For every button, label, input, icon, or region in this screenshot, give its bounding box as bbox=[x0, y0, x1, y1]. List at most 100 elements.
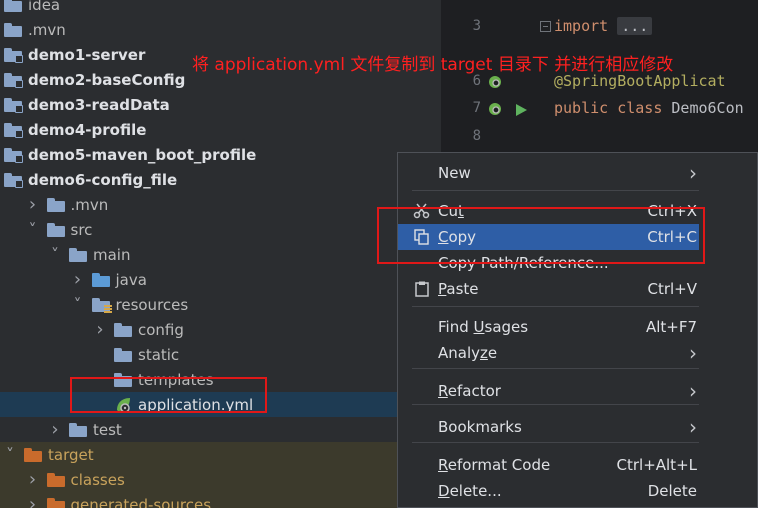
module-folder-icon bbox=[4, 172, 23, 188]
code-token: Demo6Con bbox=[671, 99, 744, 117]
chevron-down-icon[interactable]: ˅ bbox=[72, 295, 84, 314]
tree-item-label: java bbox=[115, 270, 147, 289]
spring-bean-icon[interactable] bbox=[487, 73, 505, 91]
tree-item-label: target bbox=[48, 445, 94, 464]
module-folder-icon bbox=[4, 147, 23, 163]
code-token: import bbox=[554, 17, 618, 35]
tree-item-label: classes bbox=[70, 470, 125, 489]
menu-item-delete[interactable]: Delete... Delete bbox=[398, 478, 757, 504]
folder-icon bbox=[69, 247, 87, 262]
code-line[interactable]: import ... bbox=[540, 17, 653, 35]
tree-item-label: demo1-server bbox=[28, 45, 146, 64]
menu-separator bbox=[412, 190, 699, 191]
tree-item-target[interactable]: ˅ target bbox=[0, 442, 441, 467]
folder-icon bbox=[114, 347, 132, 362]
folder-icon bbox=[69, 422, 87, 437]
folder-icon bbox=[4, 0, 22, 12]
menu-item-label: New bbox=[438, 164, 471, 182]
tree-item-java[interactable]: › java bbox=[0, 267, 441, 292]
menu-item-label: Bookmarks bbox=[438, 418, 522, 436]
tree-item-label: demo4-profile bbox=[28, 120, 147, 139]
menu-separator bbox=[412, 442, 699, 443]
tree-item-label: idea bbox=[28, 0, 61, 14]
folder-icon bbox=[46, 222, 65, 237]
chevron-right-icon[interactable]: › bbox=[27, 494, 39, 508]
chevron-right-icon[interactable]: › bbox=[27, 194, 39, 215]
resources-folder-icon bbox=[91, 297, 112, 314]
tree-item-label: .mvn bbox=[70, 195, 109, 214]
folder-icon bbox=[46, 472, 65, 487]
submenu-arrow-icon: › bbox=[689, 341, 697, 365]
tree-item-idea[interactable]: ›idea bbox=[0, 0, 441, 17]
tree-item-static[interactable]: ›static bbox=[0, 342, 441, 367]
tree-item-generated-sources[interactable]: › generated-sources bbox=[0, 492, 441, 508]
chevron-down-icon[interactable]: ˅ bbox=[27, 220, 39, 239]
tree-item-demo3-readdata[interactable]: ›demo3-readData bbox=[0, 92, 441, 117]
menu-item-label: Paste bbox=[438, 280, 479, 298]
menu-item-reformat-code[interactable]: Reformat Code Ctrl+Alt+L bbox=[398, 452, 757, 478]
tree-item--mvn[interactable]: ›.mvn bbox=[0, 17, 441, 42]
chevron-right-icon[interactable]: › bbox=[72, 269, 84, 290]
tree-item-src[interactable]: ˅ src bbox=[0, 217, 441, 242]
menu-item-new[interactable]: New › bbox=[398, 160, 757, 186]
line-number: 6 bbox=[472, 73, 481, 89]
folder-icon bbox=[91, 272, 110, 287]
menu-item-find-usages[interactable]: Find Usages Alt+F7 bbox=[398, 314, 757, 340]
chevron-right-icon[interactable]: › bbox=[27, 469, 39, 490]
tree-item-label: demo6-config_file bbox=[28, 170, 178, 189]
folder-icon bbox=[114, 322, 132, 337]
menu-item-analyze[interactable]: Analyze › bbox=[398, 340, 757, 366]
chevron-down-icon[interactable]: ˅ bbox=[49, 245, 61, 264]
tree-item--mvn[interactable]: › .mvn bbox=[0, 192, 441, 217]
tree-item-test[interactable]: › test bbox=[0, 417, 441, 442]
line-number: 3 bbox=[472, 18, 481, 34]
module-folder-icon bbox=[4, 47, 23, 63]
menu-item-paste[interactable]: Paste Ctrl+V bbox=[398, 276, 757, 302]
chevron-right-icon[interactable]: › bbox=[94, 319, 106, 340]
menu-separator bbox=[412, 404, 699, 405]
menu-item-label: Find Usages bbox=[438, 318, 529, 336]
tree-item-label: src bbox=[70, 220, 93, 239]
tree-item-config[interactable]: › config bbox=[0, 317, 441, 342]
tree-item-resources[interactable]: ˅ resources bbox=[0, 292, 441, 317]
code-token: class bbox=[617, 99, 672, 117]
menu-separator bbox=[412, 368, 699, 369]
tree-item-label: static bbox=[138, 345, 180, 364]
submenu-arrow-icon: › bbox=[689, 379, 697, 403]
tree-item-main[interactable]: ˅ main bbox=[0, 242, 441, 267]
tree-item-label: config bbox=[138, 320, 184, 339]
tree-item-label: .mvn bbox=[28, 20, 66, 39]
spring-bean-icon[interactable] bbox=[487, 100, 505, 118]
chevron-right-icon[interactable]: › bbox=[49, 419, 61, 440]
fold-toggle-icon[interactable] bbox=[540, 21, 551, 32]
tree-item-label: demo2-baseConfig bbox=[28, 70, 186, 89]
tree-item-label: demo5-maven_boot_profile bbox=[28, 145, 257, 164]
chevron-down-icon[interactable]: ˅ bbox=[4, 445, 16, 464]
tree-item-demo4-profile[interactable]: ›demo4-profile bbox=[0, 117, 441, 142]
line-number: 8 bbox=[472, 128, 481, 144]
annotation-box-application-yml bbox=[70, 377, 267, 413]
menu-item-shortcut: Ctrl+Alt+L bbox=[616, 456, 698, 474]
tree-item-demo5-maven-boot-profile[interactable]: ›demo5-maven_boot_profile bbox=[0, 142, 441, 167]
menu-item-shortcut: Alt+F7 bbox=[645, 318, 697, 336]
tree-item-demo6-config-file[interactable]: ›demo6-config_file bbox=[0, 167, 441, 192]
tree-item-label: resources bbox=[115, 295, 189, 314]
run-icon[interactable] bbox=[512, 101, 530, 119]
folder-icon bbox=[46, 497, 65, 508]
submenu-arrow-icon: › bbox=[689, 415, 697, 439]
code-line[interactable]: public class Demo6Con bbox=[554, 99, 744, 117]
folder-icon bbox=[4, 22, 22, 37]
submenu-arrow-icon: › bbox=[689, 161, 697, 185]
menu-item-shortcut: Ctrl+V bbox=[647, 280, 697, 298]
module-folder-icon bbox=[4, 72, 23, 88]
menu-item-bookmarks[interactable]: Bookmarks › bbox=[398, 414, 757, 440]
menu-item-label: Analyze bbox=[438, 344, 498, 362]
tree-item-classes[interactable]: › classes bbox=[0, 467, 441, 492]
tree-item-label: main bbox=[93, 245, 131, 264]
tree-item-label: demo3-readData bbox=[28, 95, 170, 114]
code-token: ... bbox=[617, 17, 653, 35]
tree-item-label: test bbox=[93, 420, 122, 439]
code-token: public bbox=[554, 99, 618, 117]
menu-item-refactor[interactable]: Refactor › bbox=[398, 378, 757, 404]
clipboard-icon bbox=[415, 281, 429, 297]
